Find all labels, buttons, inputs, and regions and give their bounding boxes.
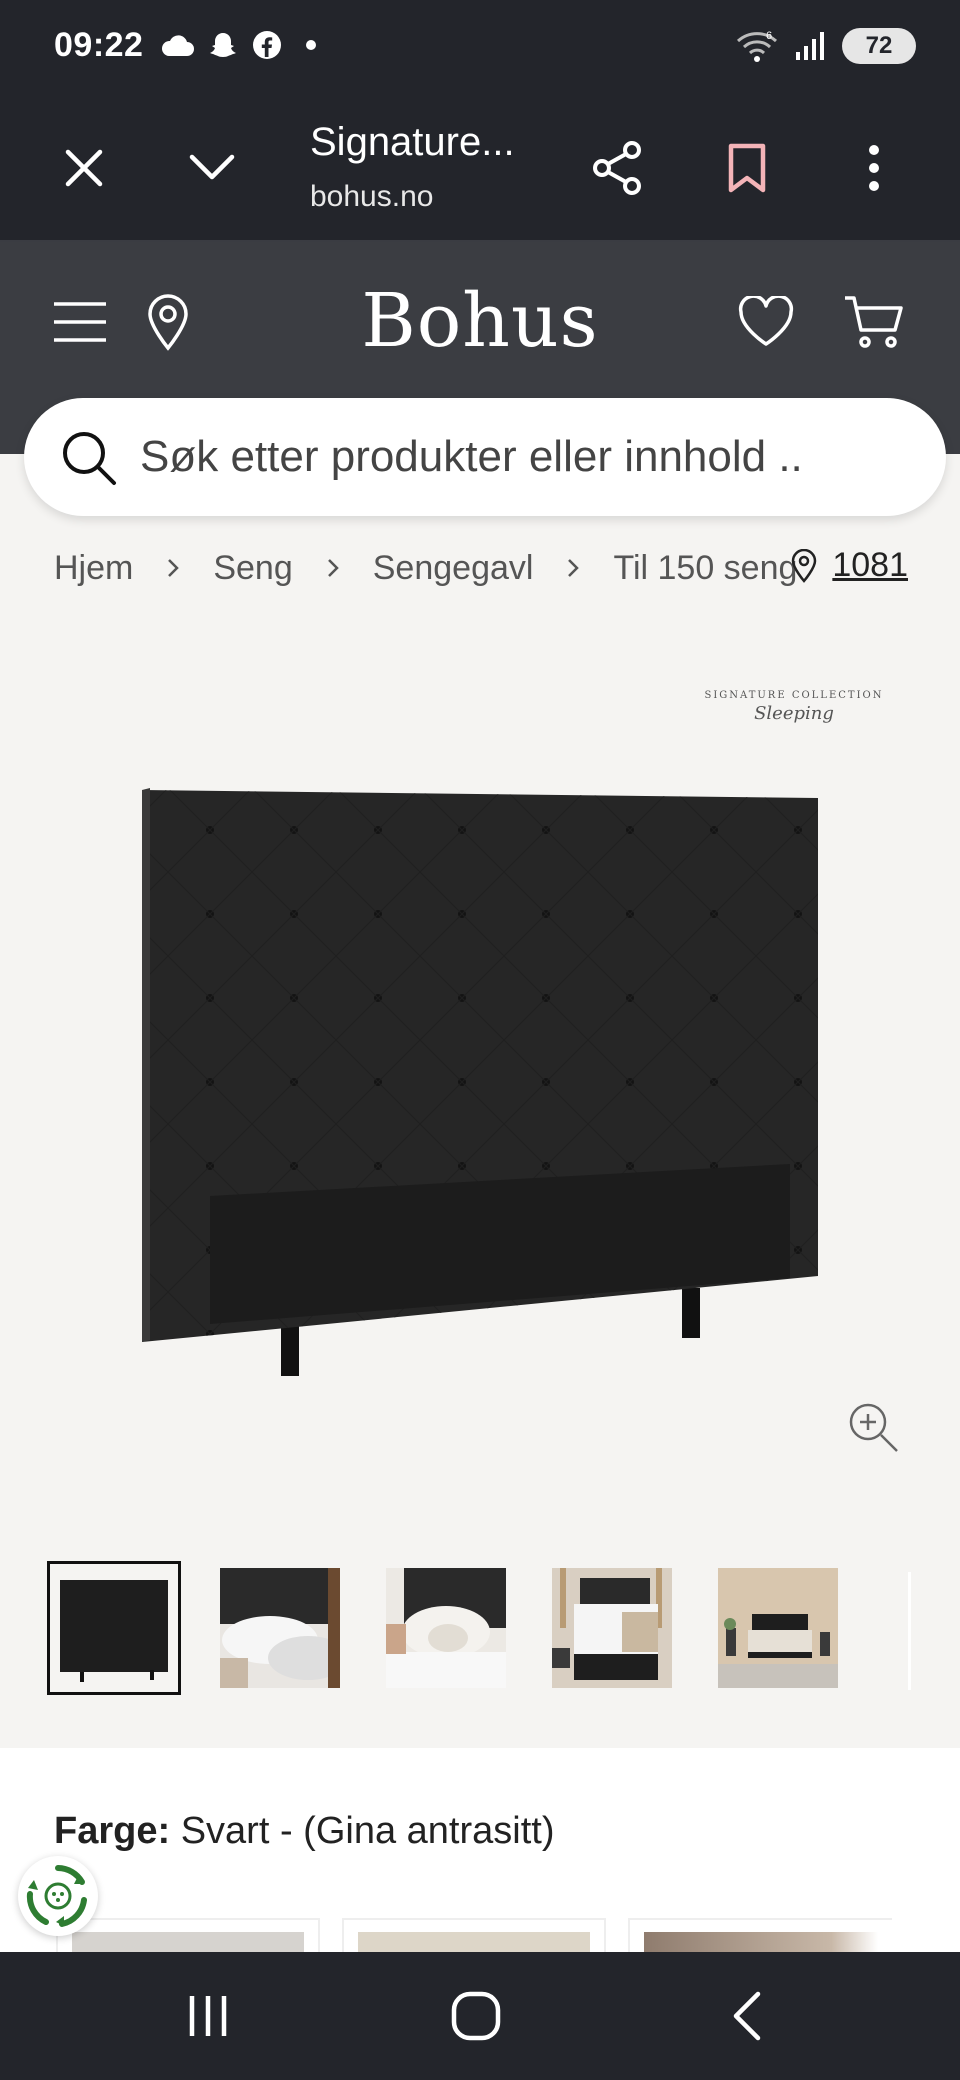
breadcrumb-item-seng[interactable]: Seng <box>213 549 292 588</box>
cart-icon <box>845 296 903 348</box>
bohus-logo[interactable]: Bohus <box>0 278 960 364</box>
color-selector-section: Farge: Svart - (Gina antrasitt) <box>0 1748 960 1958</box>
color-value: Svart - (Gina antrasitt) <box>180 1810 555 1852</box>
recent-apps-button[interactable] <box>178 1986 238 2046</box>
wishlist-button[interactable] <box>734 290 798 354</box>
zoom-button[interactable] <box>846 1400 902 1456</box>
chevron-down-icon <box>189 154 235 180</box>
home-button[interactable] <box>446 1986 506 2046</box>
close-tab-button[interactable] <box>52 136 116 200</box>
color-label: Farge: <box>54 1810 171 1852</box>
location-pin-icon <box>792 548 817 583</box>
recycle-icon <box>26 1865 87 1927</box>
signal-icon <box>796 32 824 60</box>
thumbnail-4[interactable] <box>552 1568 672 1688</box>
status-notification-icons <box>160 30 326 60</box>
thumbnail-2[interactable] <box>220 1568 340 1688</box>
cart-button[interactable] <box>842 290 906 354</box>
status-bar: 09:22 6 72 <box>0 0 960 96</box>
search-input[interactable]: Søk etter produkter eller innhold .. <box>140 432 803 482</box>
back-icon <box>733 1991 761 2041</box>
status-system-icons: 6 72 <box>736 28 916 64</box>
product-thumbnails <box>47 1561 838 1695</box>
facebook-icon <box>253 31 281 59</box>
bookmark-icon <box>728 143 766 193</box>
heart-icon <box>738 296 794 346</box>
more-options-button[interactable] <box>842 136 906 200</box>
recent-apps-icon <box>189 1996 227 2036</box>
more-vertical-icon <box>869 145 879 191</box>
dot-icon <box>306 40 316 50</box>
breadcrumb-item-til-150-seng[interactable]: Til 150 seng <box>613 549 797 588</box>
battery-indicator: 72 <box>842 28 916 64</box>
minimize-tab-button[interactable] <box>180 136 244 200</box>
snapchat-icon <box>210 33 236 57</box>
page-url[interactable]: bohus.no <box>310 180 433 214</box>
thumbnail-3[interactable] <box>386 1568 506 1688</box>
color-label-row: Farge: Svart - (Gina antrasitt) <box>54 1810 554 1853</box>
page-title[interactable]: Signature... <box>310 120 515 165</box>
product-image-headboard[interactable] <box>0 620 960 1520</box>
share-button[interactable] <box>586 136 650 200</box>
thumbnail-scroll-edge <box>908 1572 911 1690</box>
zoom-in-icon <box>849 1403 898 1452</box>
share-icon <box>593 141 641 195</box>
back-button[interactable] <box>718 1986 778 2046</box>
thumbnail-1[interactable] <box>47 1561 181 1695</box>
browser-toolbar: Signature... bohus.no <box>0 96 960 242</box>
store-number[interactable]: 1081 <box>832 546 908 585</box>
chevron-right-icon <box>327 559 339 577</box>
breadcrumb-item-sengegavl[interactable]: Sengegavl <box>373 549 534 588</box>
close-icon <box>65 149 103 187</box>
cloud-icon <box>161 35 194 56</box>
selected-store[interactable]: 1081 <box>790 546 908 585</box>
wifi-icon: 6 <box>736 30 778 62</box>
eco-badge-button[interactable] <box>18 1856 98 1936</box>
search-bar[interactable]: Søk etter produkter eller innhold .. <box>24 398 946 516</box>
chevron-right-icon <box>168 559 180 577</box>
chevron-right-icon <box>568 559 580 577</box>
bookmark-button[interactable] <box>715 136 779 200</box>
battery-level: 72 <box>865 32 893 59</box>
system-navigation-bar <box>0 1952 960 2080</box>
svg-text:6: 6 <box>766 30 772 42</box>
home-icon <box>451 1991 501 2041</box>
status-time: 09:22 <box>54 26 144 64</box>
thumbnail-5[interactable] <box>718 1568 838 1688</box>
search-icon <box>63 432 116 485</box>
breadcrumb: Hjem Seng Sengegavl Til 150 seng <box>54 546 797 590</box>
breadcrumb-item-home[interactable]: Hjem <box>54 549 133 588</box>
